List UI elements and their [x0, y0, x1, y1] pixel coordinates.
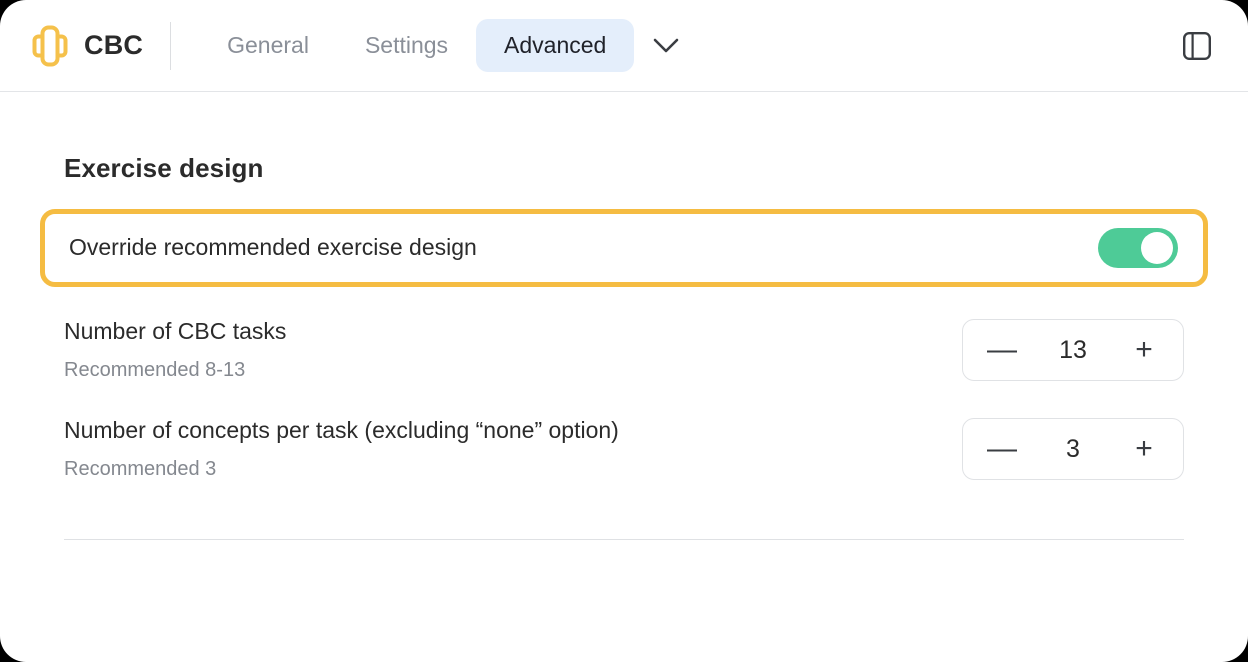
setting-label: Number of CBC tasks	[64, 318, 287, 345]
increment-button[interactable]: +	[1127, 432, 1161, 466]
concepts-per-task-stepper[interactable]: — 3 +	[962, 418, 1184, 480]
tab-settings[interactable]: Settings	[337, 19, 476, 72]
setting-texts: Number of concepts per task (excluding “…	[64, 417, 619, 481]
cbc-tasks-stepper[interactable]: — 13 +	[962, 319, 1184, 381]
setting-row-concepts-per-task: Number of concepts per task (excluding “…	[64, 413, 1184, 485]
chevron-down-icon[interactable]	[644, 24, 688, 68]
app-header: CBC General Settings Advanced	[0, 0, 1248, 92]
header-tabs: General Settings Advanced	[199, 19, 688, 72]
main-content: Exercise design Override recommended exe…	[0, 92, 1248, 540]
override-row[interactable]: Override recommended exercise design	[40, 209, 1208, 287]
brand: CBC	[30, 25, 143, 67]
setting-recommendation: Recommended 8-13	[64, 358, 246, 381]
setting-label: Number of concepts per task (excluding “…	[64, 417, 619, 444]
section-divider	[64, 539, 1184, 540]
tab-advanced[interactable]: Advanced	[476, 19, 635, 72]
override-toggle[interactable]	[1098, 228, 1178, 268]
toggle-knob	[1141, 232, 1173, 264]
page-title: Exercise design	[64, 153, 264, 183]
concepts-per-task-value[interactable]: 3	[1053, 436, 1093, 462]
setting-recommendation: Recommended 3	[64, 457, 217, 480]
tab-general[interactable]: General	[199, 19, 337, 72]
increment-button[interactable]: +	[1127, 333, 1161, 367]
cbc-tasks-value[interactable]: 13	[1053, 337, 1093, 363]
setting-row-cbc-tasks: Number of CBC tasks Recommended 8-13 — 1…	[64, 314, 1184, 386]
override-label: Override recommended exercise design	[69, 234, 477, 261]
decrement-button[interactable]: —	[985, 333, 1019, 367]
setting-texts: Number of CBC tasks Recommended 8-13	[64, 318, 286, 382]
decrement-button[interactable]: —	[985, 432, 1019, 466]
cbc-logo-icon	[30, 25, 70, 67]
app-window: CBC General Settings Advanced Exercise d…	[0, 0, 1248, 662]
header-divider	[170, 21, 172, 70]
brand-name: CBC	[84, 30, 144, 60]
sidebar-panel-icon[interactable]	[1174, 23, 1220, 69]
